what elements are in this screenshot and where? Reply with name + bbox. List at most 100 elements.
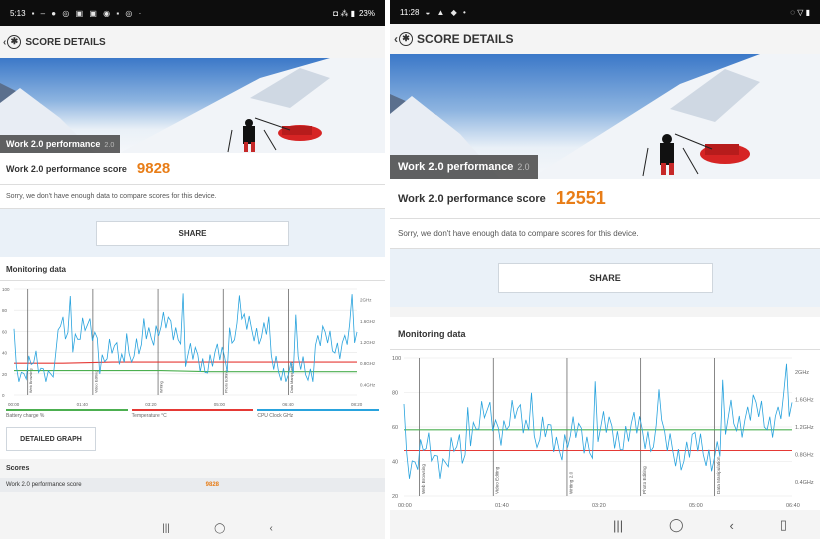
notification-icons: ◒ ▲ ◆ •: [425, 7, 468, 17]
y-left-tick: 80: [2, 308, 8, 313]
app-screen: ‹ ✱ SCORE DETAILS Work 2.0 performance 2…: [390, 24, 820, 539]
snowflake-logo-icon: ✱: [7, 35, 22, 49]
back-arrow-icon[interactable]: ‹: [394, 32, 398, 46]
y-left-tick: 0: [2, 393, 5, 398]
monitoring-chart-svg: 100 80 60 40 20 0 2GHz 1.6GHz 1.2GHz 0.8GHz 0.4GHz…: [2, 287, 376, 407]
x-tick: 05:00: [689, 503, 703, 509]
phase-label: Video Editing: [495, 466, 500, 494]
monitoring-chart: 100 80 60 40 20 0 2GHz 1.6GHz 1.2GHz 0.8GHz 0.4GHz…: [0, 281, 385, 409]
comparison-note: Sorry, we don't have enough data to comp…: [0, 185, 385, 209]
left-phone-screenshot: 5:13 ▪ – ● ◎ ▣ ▣ ◉ ▪ ◎ · ◘ ⁂ ▮ 23% ‹ ✱ S…: [0, 0, 385, 539]
phase-label: Photo Editing: [225, 370, 229, 393]
right-phone-screenshot: 11:28 ◒ ▲ ◆ • ◌ ▽ ▮ ‹ ✱ SCORE DETAILS Wo…: [390, 0, 820, 539]
hero-image: Work 2.0 performance 2.0: [0, 58, 385, 153]
phase-label: Web Browsing: [421, 464, 426, 494]
phase-label: Video Editing: [94, 371, 98, 393]
x-tick: 03:20: [592, 503, 606, 509]
home-icon[interactable]: ◯: [669, 517, 684, 533]
y-right-tick: 1.6GHz: [795, 397, 814, 403]
monitoring-heading: Monitoring data: [0, 257, 385, 281]
x-tick: 06:40: [786, 503, 800, 509]
legend-temperature: Temperature °C: [131, 409, 254, 419]
legend-battery: Battery charge %: [6, 409, 128, 419]
score-label: Work 2.0 performance score: [398, 192, 546, 205]
back-icon[interactable]: ‹: [270, 523, 273, 534]
y-right-tick: 2GHz: [360, 298, 372, 303]
title-bar: ‹ ✱ SCORE DETAILS: [0, 26, 385, 58]
y-right-tick: 1.2GHz: [360, 340, 376, 345]
score-label: Work 2.0 performance score: [6, 163, 127, 174]
y-right-tick: 1.2GHz: [795, 425, 814, 431]
y-right-tick: 1.6GHz: [360, 319, 376, 324]
hero-badge: Work 2.0 performance 2.0: [390, 155, 538, 179]
signal-icons: ◘ ⁂ ▮: [333, 8, 355, 18]
android-nav-bar: ||| ◯ ‹: [0, 517, 385, 539]
x-tick: 05:00: [214, 402, 226, 407]
notification-icons: ▪ – ● ◎ ▣ ▣ ◉ ▪ ◎ ·: [31, 8, 144, 18]
y-right-tick: 0.8GHz: [360, 361, 376, 366]
x-tick: 08:20: [351, 402, 363, 407]
comparison-note: Sorry, we don't have enough data to comp…: [390, 219, 820, 249]
phase-label: Writing 2.0: [568, 471, 573, 494]
y-left-tick: 60: [2, 329, 8, 334]
status-time: 5:13: [10, 8, 26, 18]
detailed-graph-button[interactable]: DETAILED GRAPH: [6, 427, 96, 451]
snowflake-logo-icon: ✱: [399, 32, 413, 46]
x-tick: 06:40: [282, 402, 294, 407]
app-screen: ‹ ✱ SCORE DETAILS Work 2.0 performance 2…: [0, 26, 385, 539]
scores-heading: Scores: [0, 459, 385, 478]
status-time: 11:28: [400, 7, 420, 17]
phase-label: Writing: [160, 381, 164, 393]
x-tick: 00:00: [398, 503, 412, 509]
share-section: SHARE: [390, 249, 820, 307]
phase-label: Data Manipulation: [716, 456, 721, 494]
recents-icon[interactable]: |||: [162, 523, 170, 534]
monitoring-chart: 100 80 60 40 20 2GHz 1.6GHz 1.2GHz 0.8GHz 0.4GHz 0…: [390, 350, 820, 510]
y-right-tick: 2GHz: [795, 370, 809, 376]
y-left-tick: 40: [392, 460, 398, 466]
y-left-tick: 40: [2, 351, 8, 356]
score-value: 9828: [136, 160, 171, 177]
hero-image: Work 2.0 performance 2.0: [390, 54, 820, 179]
status-bar: 11:28 ◒ ▲ ◆ • ◌ ▽ ▮: [390, 0, 820, 24]
title-bar: ‹ ✱ SCORE DETAILS: [390, 24, 820, 54]
x-tick: 01:40: [77, 402, 89, 407]
share-button[interactable]: SHARE: [96, 220, 289, 246]
scores-row: Work 2.0 performance score 9828: [0, 478, 385, 492]
y-right-tick: 0.8GHz: [795, 453, 814, 459]
phase-label: Web Browsing: [29, 368, 33, 393]
monitoring-heading: Monitoring data: [390, 317, 820, 350]
phase-label: Photo Editing: [642, 466, 647, 494]
series-line-cpu-clock-ghz: [13, 293, 358, 382]
battery-percent: 23%: [358, 8, 375, 18]
x-tick: 01:40: [495, 503, 509, 509]
monitoring-chart-svg: 100 80 60 40 20 2GHz 1.6GHz 1.2GHz 0.8GHz 0.4GHz 0…: [392, 356, 814, 509]
y-left-tick: 60: [392, 425, 398, 431]
hero-badge: Work 2.0 performance 2.0: [0, 135, 121, 153]
x-tick: 00:00: [8, 402, 20, 407]
home-icon[interactable]: ◯: [214, 523, 225, 534]
share-section: SHARE: [0, 209, 385, 257]
score-row: Work 2.0 performance score 12551: [390, 179, 820, 219]
back-arrow-icon[interactable]: ‹: [3, 37, 6, 48]
hero-badge-version: 2.0: [517, 162, 530, 172]
share-button[interactable]: SHARE: [497, 263, 713, 293]
score-value: 12551: [555, 188, 606, 208]
signal-icons: ◌ ▽ ▮: [790, 7, 810, 17]
score-row: Work 2.0 performance score 9828: [0, 153, 385, 185]
page-title: SCORE DETAILS: [25, 36, 106, 48]
scores-row-value: 9828: [205, 482, 219, 488]
hero-badge-title: Work 2.0 performance: [398, 161, 514, 173]
y-left-tick: 20: [2, 372, 8, 377]
y-left-tick: 20: [392, 494, 398, 500]
legend-cpu-clock: CPU Clock GHz: [257, 409, 380, 419]
page-title: SCORE DETAILS: [417, 32, 514, 46]
hero-badge-version: 2.0: [104, 140, 115, 149]
recents-icon[interactable]: |||: [613, 518, 623, 533]
rotate-icon[interactable]: ▯: [780, 517, 787, 533]
android-nav-bar: ||| ◯ ‹ ▯: [390, 511, 820, 539]
y-left-tick: 80: [392, 391, 398, 397]
y-right-tick: 0.4GHz: [795, 480, 814, 486]
x-tick: 03:20: [145, 402, 157, 407]
back-icon[interactable]: ‹: [730, 518, 734, 533]
